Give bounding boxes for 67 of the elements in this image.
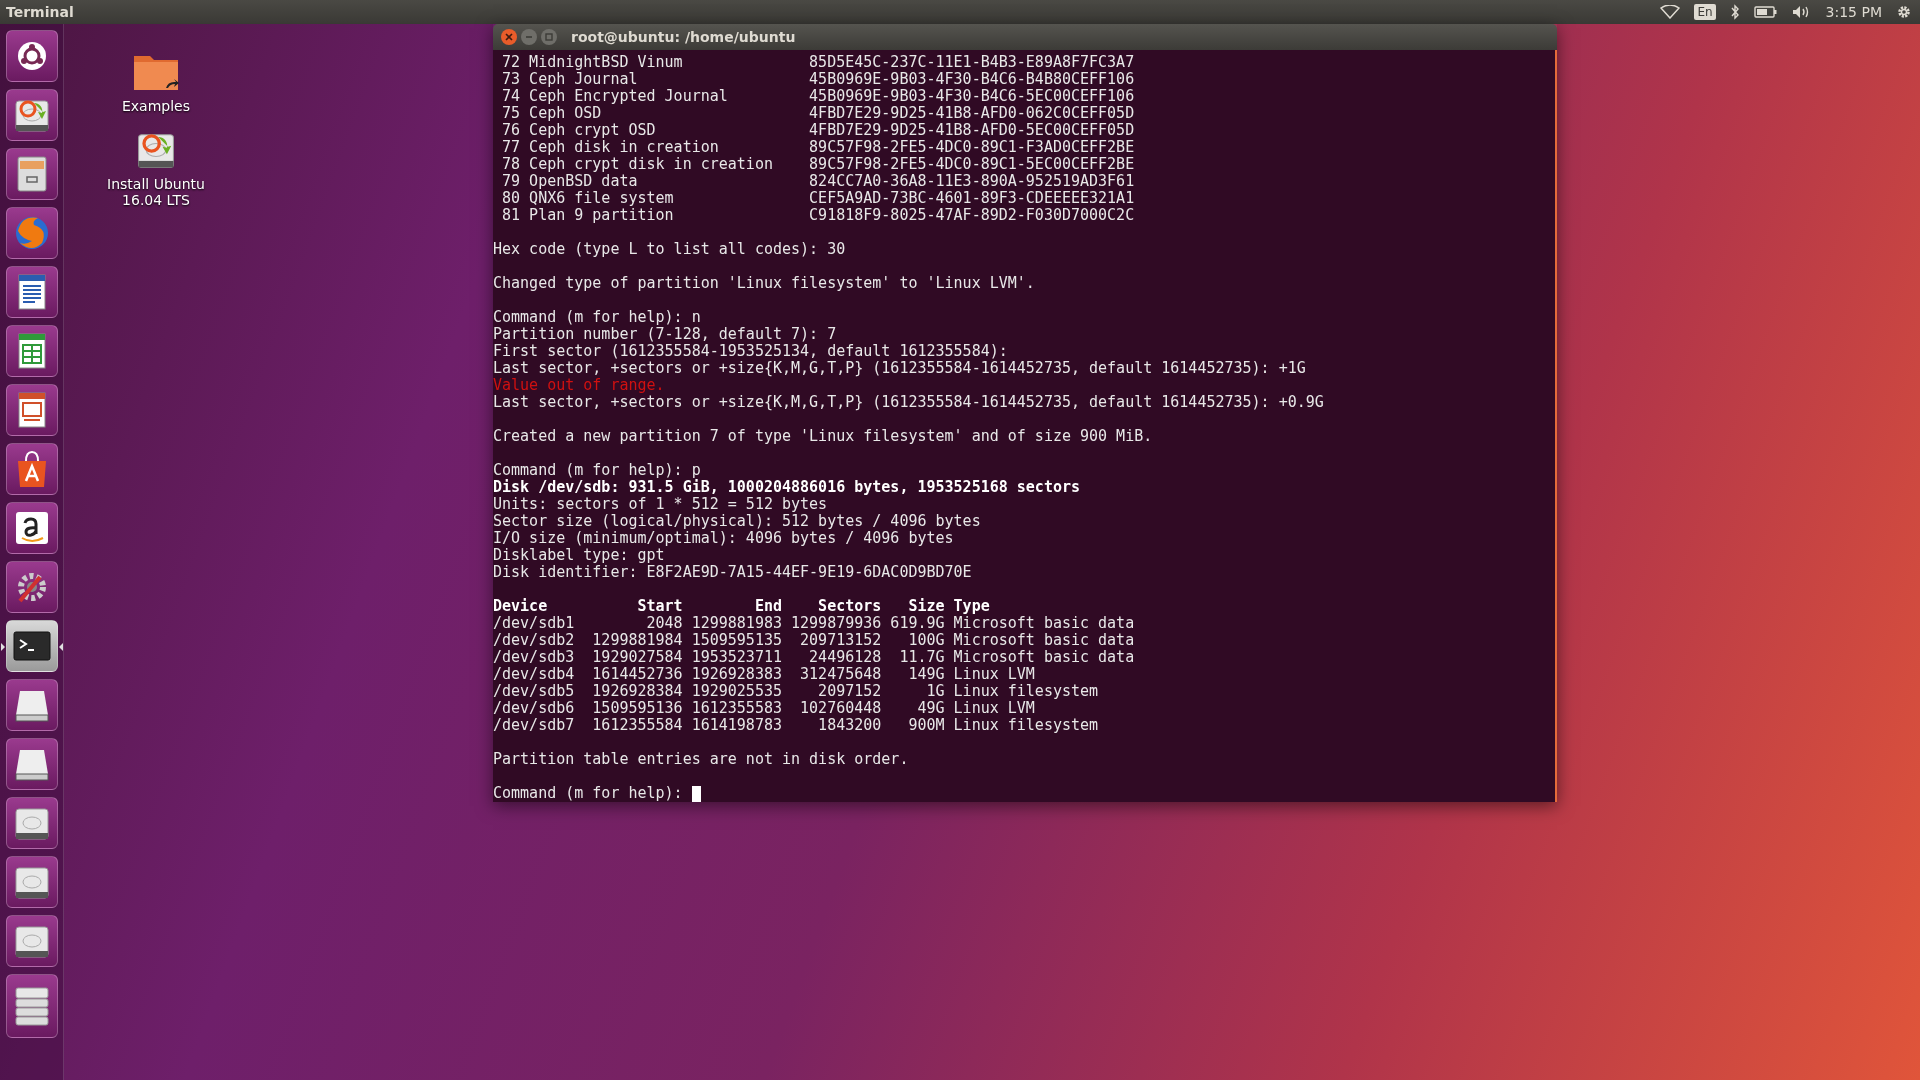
- close-button[interactable]: [501, 29, 517, 45]
- focus-indicator: [58, 643, 63, 651]
- launcher-item[interactable]: [5, 30, 58, 82]
- terminal-line: Last sector, +sectors or +size{K,M,G,T,P} (1612355584-1614452735, default 1614452735): +1G: [493, 360, 1306, 377]
- terminal-line: 80 QNX6 file system CEF5A9AD-73BC-4601-89F3-CDEEEEE321A1: [501, 190, 1135, 207]
- terminal-line: /dev/sdb3 1929027584 1953523711 24496128 11.7G Microsoft basic data: [493, 649, 1135, 666]
- terminal-line: Changed type of partition 'Linux filesystem' to 'Linux LVM'.: [493, 275, 1035, 292]
- window-title: root@ubuntu: /home/ubuntu: [571, 29, 796, 45]
- keyboard-layout-indicator[interactable]: En: [1694, 4, 1716, 20]
- terminal-line: Disk /dev/sdb: 931.5 GiB, 1000204886016 bytes, 1953525168 sectors: [493, 479, 1080, 496]
- terminal-line: Device Start End Sectors Size Type: [493, 598, 990, 615]
- terminal-line: 75 Ceph OSD 4FBD7E29-9D25-41B8-AFD0-062C0CEFF05D: [501, 105, 1135, 122]
- terminal-line: Command (m for help): n: [493, 309, 701, 326]
- terminal-line: Units: sectors of 1 * 512 = 512 bytes: [493, 496, 828, 513]
- terminal-line: /dev/sdb1 2048 1299881983 1299879936 619.9G Microsoft basic data: [493, 615, 1135, 632]
- terminal-line: Last sector, +sectors or +size{K,M,G,T,P} (1612355584-1614452735, default 1614452735): +0.9G: [493, 394, 1324, 411]
- terminal-line: 76 Ceph crypt OSD 4FBD7E29-9D25-41B8-AFD0-5EC00CEFF05D: [501, 122, 1135, 139]
- terminal-line: /dev/sdb2 1299881984 1509595135 209713152 100G Microsoft basic data: [493, 632, 1135, 649]
- terminal-line: Disklabel type: gpt: [493, 547, 665, 564]
- terminal-line: Partition table entries are not in disk order.: [493, 751, 909, 768]
- terminal-line: 78 Ceph crypt disk in creation 89C57F98-2FE5-4DC0-89C1-5EC00CEFF2BE: [501, 156, 1135, 173]
- launcher-item[interactable]: [5, 148, 58, 200]
- terminal-line: Disk identifier: E8F2AE9D-7A15-44EF-9E19-6DAC0D9BD70E: [493, 564, 972, 581]
- terminal-line: /dev/sdb6 1509595136 1612355583 102760448 49G Linux LVM: [493, 700, 1035, 717]
- launcher-item[interactable]: [5, 325, 58, 377]
- settings-icon[interactable]: [1896, 4, 1912, 20]
- bluetooth-icon[interactable]: [1729, 4, 1740, 20]
- terminal-line: Sector size (logical/physical): 512 bytes / 4096 bytes: [493, 513, 981, 530]
- text-cursor: [691, 785, 701, 802]
- launcher-item[interactable]: [5, 266, 58, 318]
- terminal-line: 77 Ceph disk in creation 89C57F98-2FE5-4DC0-89C1-F3AD0CEFF2BE: [501, 139, 1135, 156]
- launcher-item[interactable]: [5, 738, 58, 790]
- terminal-line: First sector (1612355584-1953525134, default 1612355584):: [493, 343, 1008, 360]
- app-title: Terminal: [5, 4, 74, 20]
- launcher-item[interactable]: [5, 856, 58, 908]
- clock[interactable]: 3:15 PM: [1825, 4, 1882, 20]
- terminal-line: I/O size (minimum/optimal): 4096 bytes / 4096 bytes: [493, 530, 954, 547]
- launcher-item[interactable]: [5, 502, 58, 554]
- running-indicator: [0, 643, 5, 651]
- launcher-item[interactable]: [5, 679, 58, 731]
- terminal-line: /dev/sdb7 1612355584 1614198783 1843200 900M Linux filesystem: [493, 717, 1099, 734]
- terminal-line: Hex code (type L to list all codes): 30: [493, 241, 846, 258]
- terminal-line: 72 MidnightBSD Vinum 85D5E45C-237C-11E1-B4B3-E89A8F7FC3A7: [501, 54, 1135, 71]
- command-prompt: Command (m for help):: [493, 785, 684, 802]
- launcher-item[interactable]: [5, 974, 58, 1038]
- launcher-item[interactable]: [5, 443, 58, 495]
- error-message: Value out of range.: [493, 377, 665, 394]
- battery-icon[interactable]: [1753, 6, 1778, 18]
- desktop-icon-label[interactable]: Examples: [101, 98, 211, 114]
- desktop-icon-label[interactable]: Install Ubuntu 16.04 LTS: [101, 176, 211, 208]
- wifi-icon[interactable]: [1660, 5, 1681, 19]
- terminal-line: Created a new partition 7 of type 'Linux filesystem' and of size 900 MiB.: [493, 428, 1153, 445]
- launcher-item[interactable]: [5, 384, 58, 436]
- terminal-line: /dev/sdb5 1926928384 1929025535 2097152 1G Linux filesystem: [493, 683, 1099, 700]
- launcher-item[interactable]: [5, 89, 58, 141]
- close-icon: [504, 32, 514, 42]
- terminal-line: 81 Plan 9 partition C91818F9-8025-47AF-89D2-F030D7000C2C: [501, 207, 1135, 224]
- launcher-item[interactable]: [5, 797, 58, 849]
- launcher-item[interactable]: [5, 915, 58, 967]
- launcher-item[interactable]: [5, 561, 58, 613]
- terminal-line: Command (m for help): p: [493, 462, 701, 479]
- terminal-line: 73 Ceph Journal 45B0969E-9B03-4F30-B4C6-B4B80CEFF106: [501, 71, 1135, 88]
- maximize-icon: [544, 32, 554, 42]
- terminal-line: 79 OpenBSD data 824CC7A0-36A8-11E3-890A-952519AD3F61: [501, 173, 1135, 190]
- terminal-line: Partition number (7-128, default 7): 7: [493, 326, 837, 343]
- terminal-line: 74 Ceph Encrypted Journal 45B0969E-9B03-4F30-B4C6-5EC00CEFF106: [501, 88, 1135, 105]
- terminal-line: /dev/sdb4 1614452736 1926928383 312475648 149G Linux LVM: [493, 666, 1035, 683]
